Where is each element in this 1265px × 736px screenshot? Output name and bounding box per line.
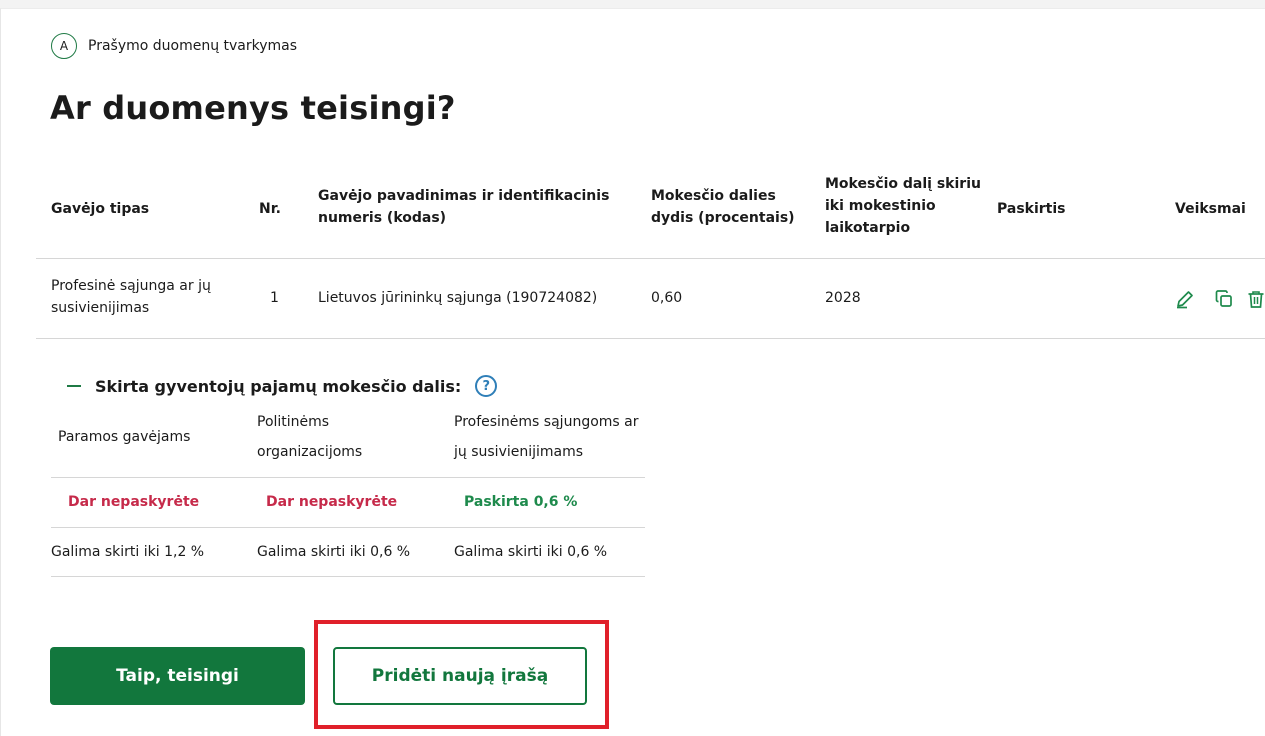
summary-divider	[51, 477, 645, 478]
step-label: Prašymo duomenų tvarkymas	[88, 38, 298, 54]
col-header-until: Mokesčio dalį skiriu iki mokestinio laik…	[825, 176, 981, 236]
trash-icon[interactable]	[1246, 289, 1265, 309]
step-indicator: A Prašymo duomenų tvarkymas	[51, 33, 297, 59]
summary-header-support: Paramos gavėjams	[58, 429, 191, 445]
cell-nr: 1	[270, 290, 279, 306]
summary-header-unions: Profesinėms sąjungoms ar jų susivienijim…	[454, 414, 639, 460]
summary-header-political: Politinėms organizacijoms	[257, 414, 363, 460]
cell-until: 2028	[825, 290, 861, 306]
col-header-type: Gavėjo tipas	[51, 201, 150, 217]
collapse-icon[interactable]	[67, 385, 81, 387]
col-header-actions: Veiksmai	[1175, 201, 1246, 217]
col-header-name: Gavėjo pavadinimas ir identifikacinis nu…	[318, 188, 610, 226]
table-row-divider	[36, 338, 1265, 339]
summary-divider	[51, 527, 645, 528]
col-header-share: Mokesčio dalies dydis (procentais)	[651, 188, 795, 226]
page-container: A Prašymo duomenų tvarkymas Ar duomenys …	[0, 8, 1265, 736]
copy-icon[interactable]	[1214, 289, 1234, 309]
summary-title: Skirta gyventojų pajamų mokesčio dalis:	[95, 376, 462, 396]
summary-header: Skirta gyventojų pajamų mokesčio dalis: …	[67, 375, 498, 397]
status-badge-support: Dar nepaskyrėte	[68, 494, 200, 510]
confirm-button[interactable]: Taip, teisingi	[50, 647, 305, 705]
limit-support: Galima skirti iki 1,2 %	[51, 544, 205, 560]
cell-name: Lietuvos jūrininkų sąjunga (190724082)	[318, 290, 598, 306]
cell-type: Profesinė sąjunga ar jų susivienijimas	[51, 278, 211, 316]
step-letter: A	[51, 33, 77, 59]
status-badge-unions: Paskirta 0,6 %	[464, 494, 578, 510]
col-header-nr: Nr.	[259, 201, 281, 217]
highlight-box	[314, 620, 609, 729]
page-title: Ar duomenys teisingi?	[50, 89, 456, 127]
limit-political: Galima skirti iki 0,6 %	[257, 544, 411, 560]
cell-share: 0,60	[651, 290, 683, 306]
col-header-purpose: Paskirtis	[997, 201, 1066, 217]
status-badge-political: Dar nepaskyrėte	[266, 494, 398, 510]
limit-unions: Galima skirti iki 0,6 %	[454, 544, 608, 560]
summary-divider	[51, 576, 645, 577]
help-icon[interactable]: ?	[475, 375, 498, 397]
table-header-divider	[36, 258, 1265, 259]
pencil-icon[interactable]	[1175, 289, 1195, 309]
